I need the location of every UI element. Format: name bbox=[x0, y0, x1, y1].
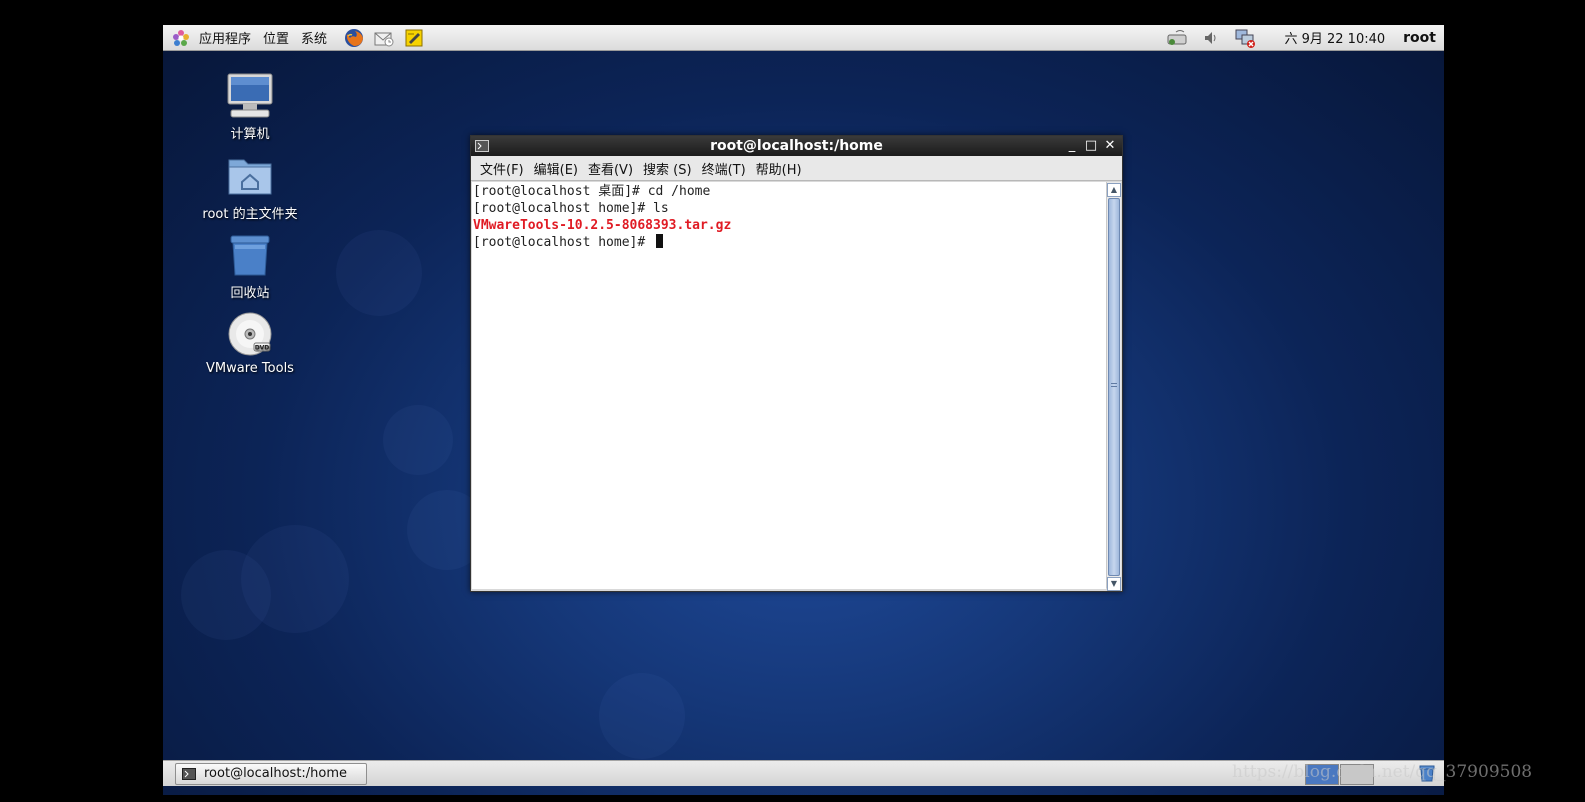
dvd-icon: DVD bbox=[225, 309, 275, 359]
terminal-prompt: [root@localhost home]# bbox=[473, 235, 654, 250]
window-titlebar[interactable]: root@localhost:/home _ □ ✕ bbox=[471, 136, 1122, 156]
clock[interactable]: 六 9月 22 10:40 bbox=[1284, 28, 1385, 47]
menu-file[interactable]: 文件(F) bbox=[475, 159, 529, 178]
trash-icon bbox=[225, 230, 275, 280]
terminal-line: [root@localhost home]# ls bbox=[473, 201, 669, 216]
scroll-down-icon[interactable]: ▼ bbox=[1107, 577, 1121, 591]
scrollbar-thumb[interactable] bbox=[1108, 198, 1120, 576]
window-title: root@localhost:/home bbox=[710, 138, 883, 154]
bg-bokeh bbox=[181, 550, 271, 640]
terminal-prompt-line: [root@localhost home]# bbox=[472, 234, 1106, 251]
home-folder-icon bbox=[225, 151, 275, 201]
watermark-text: https://blog.csdn.net/qq_37909508 bbox=[1232, 762, 1533, 782]
maximize-button[interactable]: □ bbox=[1083, 138, 1099, 154]
system-tray: 六 9月 22 10:40 root bbox=[1160, 25, 1444, 50]
svg-text:DVD: DVD bbox=[255, 345, 270, 352]
desktop-icon-home[interactable]: root 的主文件夹 bbox=[190, 151, 310, 222]
volume-icon[interactable] bbox=[1200, 28, 1222, 48]
top-panel: 应用程序 位置 系统 六 9月 22 10:40 root bbox=[163, 25, 1444, 51]
terminal-line-file: VMwareTools-10.2.5-8068393.tar.gz bbox=[473, 218, 732, 233]
terminal-window[interactable]: root@localhost:/home _ □ ✕ 文件(F) 编辑(E) 查… bbox=[470, 135, 1123, 592]
network-status-icon[interactable] bbox=[1166, 28, 1188, 48]
desktop-icon-vmware-tools[interactable]: DVD VMware Tools bbox=[190, 309, 310, 376]
menu-help[interactable]: 帮助(H) bbox=[751, 159, 807, 178]
note-edit-icon[interactable] bbox=[403, 27, 425, 49]
desktop-icon-label: 回收站 bbox=[230, 286, 270, 301]
menu-view[interactable]: 查看(V) bbox=[583, 159, 638, 178]
computer-icon bbox=[225, 71, 275, 121]
desktop-icon-label: 计算机 bbox=[230, 127, 270, 142]
bg-bokeh bbox=[383, 405, 453, 475]
menu-terminal[interactable]: 终端(T) bbox=[697, 159, 751, 178]
applications-icon[interactable] bbox=[171, 28, 191, 48]
menu-places[interactable]: 位置 bbox=[257, 28, 295, 47]
terminal-menubar: 文件(F) 编辑(E) 查看(V) 搜索 (S) 终端(T) 帮助(H) bbox=[471, 156, 1122, 181]
vertical-scrollbar[interactable]: ▲ ▼ bbox=[1106, 182, 1121, 591]
desktop-icon-label: root 的主文件夹 bbox=[202, 207, 298, 222]
bg-bokeh bbox=[599, 673, 685, 759]
minimize-button[interactable]: _ bbox=[1064, 138, 1080, 154]
taskbar-item-label: root@localhost:/home bbox=[204, 766, 348, 781]
menu-applications[interactable]: 应用程序 bbox=[193, 28, 257, 47]
terminal-line: [root@localhost 桌面]# cd /home bbox=[473, 184, 711, 199]
text-cursor bbox=[656, 234, 664, 248]
network-disconnected-icon[interactable] bbox=[1234, 28, 1256, 48]
terminal-icon bbox=[182, 767, 196, 780]
menu-search[interactable]: 搜索 (S) bbox=[638, 159, 697, 178]
mail-icon[interactable] bbox=[373, 27, 395, 49]
user-menu[interactable]: root bbox=[1403, 30, 1436, 46]
bg-bokeh bbox=[336, 230, 422, 316]
menu-edit[interactable]: 编辑(E) bbox=[529, 159, 583, 178]
close-button[interactable]: ✕ bbox=[1102, 138, 1118, 154]
desktop-icon-computer[interactable]: 计算机 bbox=[190, 71, 310, 142]
firefox-icon[interactable] bbox=[343, 27, 365, 49]
desktop: 应用程序 位置 系统 六 9月 22 10:40 root 计算机 root 的… bbox=[163, 25, 1444, 795]
scroll-up-icon[interactable]: ▲ bbox=[1107, 183, 1121, 197]
terminal-output[interactable]: [root@localhost 桌面]# cd /home [root@loca… bbox=[472, 182, 1106, 589]
taskbar-item-terminal[interactable]: root@localhost:/home bbox=[175, 762, 367, 785]
menu-system[interactable]: 系统 bbox=[295, 28, 333, 47]
desktop-icon-label: VMware Tools bbox=[206, 361, 294, 376]
desktop-icon-trash[interactable]: 回收站 bbox=[190, 230, 310, 301]
